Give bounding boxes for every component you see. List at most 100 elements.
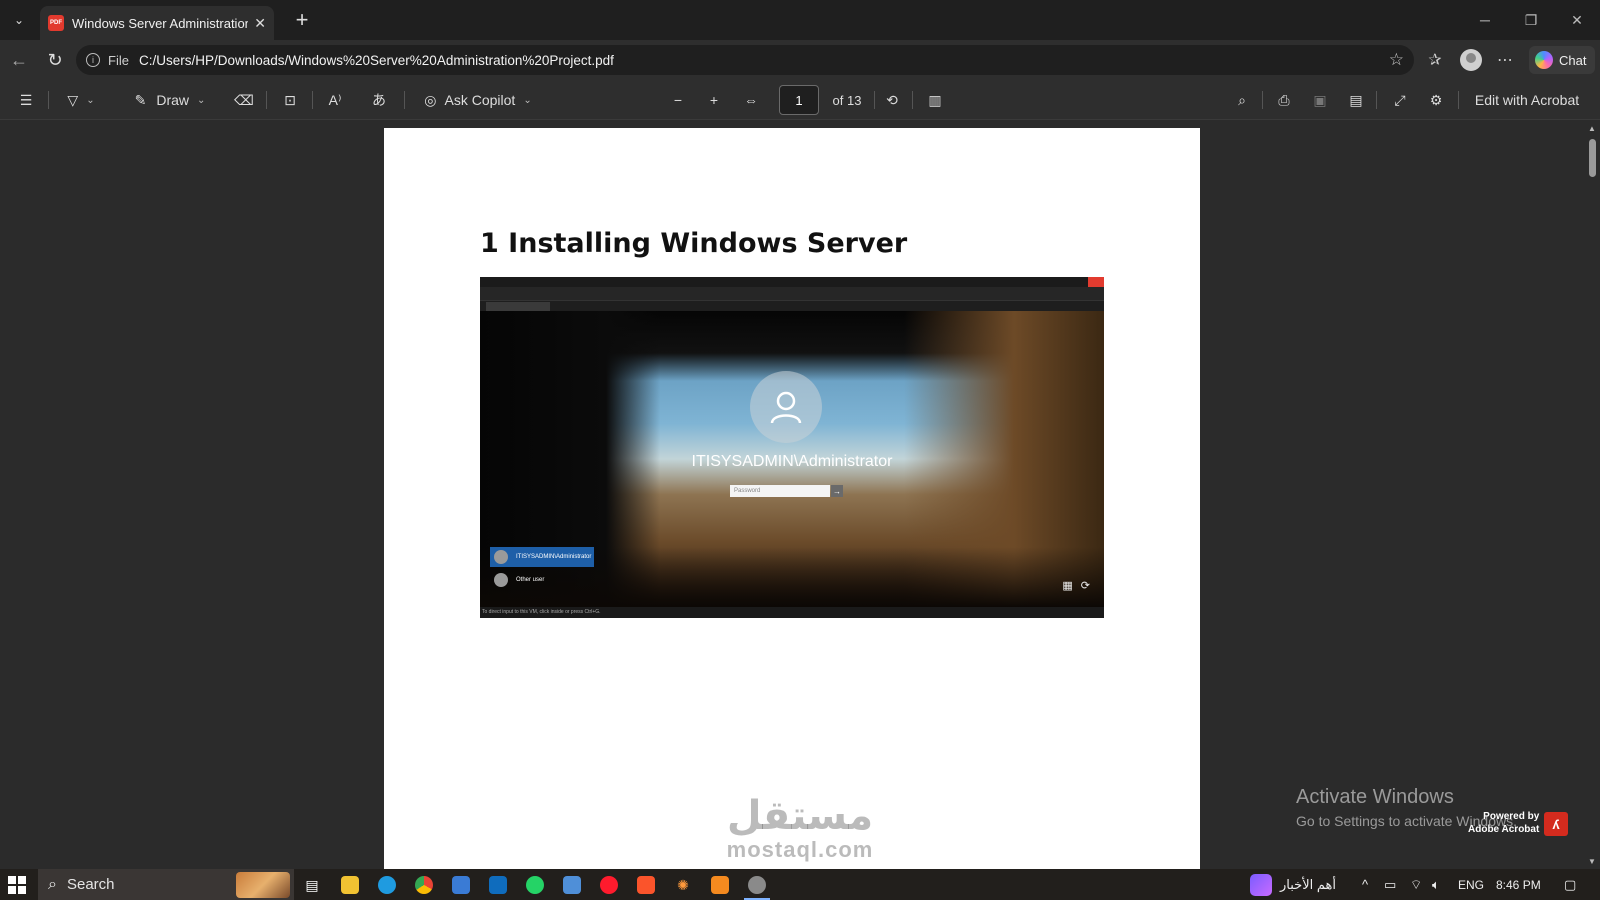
account-avatar-icon <box>494 573 508 587</box>
lockscreen-icons: ▦ ⟳ <box>1062 579 1090 592</box>
file-explorer-icon[interactable] <box>338 873 362 897</box>
save-as-icon[interactable]: ▤ <box>1342 86 1370 114</box>
vm-tab-row <box>480 301 1104 311</box>
watermark-latin: mostaql.com <box>726 837 874 862</box>
read-aloud-icon[interactable]: A⁾ <box>320 86 350 114</box>
vm-status-bar: To direct input to this VM, click inside… <box>480 607 1104 618</box>
office-logo-icon <box>711 876 729 894</box>
office-app-icon[interactable] <box>708 873 732 897</box>
brave-icon[interactable] <box>634 873 658 897</box>
close-tab-icon[interactable]: ✕ <box>254 15 266 32</box>
vm-tab <box>486 302 550 311</box>
highlight-button[interactable]: ▽ ⌄ <box>56 86 106 114</box>
burst-app-icon[interactable]: ✺ <box>671 873 695 897</box>
minimize-button[interactable]: ─ <box>1462 0 1508 40</box>
chrome-logo-icon <box>415 876 433 894</box>
copilot-outline-icon: ◎ <box>424 91 437 108</box>
keyboard-icon <box>563 876 581 894</box>
ask-copilot-button[interactable]: ◎ Ask Copilot ⌄ <box>414 86 542 114</box>
page-total: of 13 <box>832 92 862 108</box>
favorite-star-icon[interactable]: ☆ <box>1389 50 1404 70</box>
url-text[interactable]: C:/Users/HP/Downloads/Windows%20Server%2… <box>139 53 614 68</box>
start-button[interactable] <box>8 876 26 894</box>
translate-icon[interactable]: あ <box>364 86 394 114</box>
save-icon[interactable]: ▣ <box>1306 86 1334 114</box>
network-icon: ▦ <box>1062 580 1073 592</box>
powered-by-label: Powered by <box>1483 811 1540 822</box>
news-icon <box>1250 873 1272 896</box>
whatsapp-icon[interactable] <box>523 873 547 897</box>
info-icon[interactable]: i <box>86 53 100 67</box>
refresh-icon: ↻ <box>47 49 63 70</box>
address-input[interactable]: i File C:/Users/HP/Downloads/Windows%20S… <box>76 45 1414 75</box>
search-icon[interactable]: ⌕ <box>1228 86 1256 114</box>
pdf-page[interactable]: 1 Installing Windows Server ITISYSADMIN\… <box>384 128 1200 869</box>
clock[interactable]: 8:46 PM <box>1496 869 1541 900</box>
news-widget[interactable]: أهم الأخبار <box>1250 869 1336 900</box>
opera-icon[interactable] <box>597 873 621 897</box>
search-highlight-image <box>236 872 290 898</box>
store-logo-icon <box>452 876 470 894</box>
close-window-button[interactable]: ✕ <box>1554 0 1600 40</box>
new-tab-button[interactable]: + <box>288 6 316 34</box>
settings-gear-icon[interactable]: ⚙ <box>1422 86 1450 114</box>
taskbar-search[interactable]: ⌕ Search <box>38 869 294 900</box>
vmware-icon[interactable] <box>745 873 769 897</box>
wifi-icon[interactable]: ⌔ <box>1410 869 1422 900</box>
chevron-down-icon: ⌄ <box>86 94 95 106</box>
profile-button[interactable] <box>1458 48 1484 72</box>
mostaql-watermark: مستقل mostaql.com <box>700 795 900 863</box>
divider <box>312 91 313 109</box>
language-indicator[interactable]: ENG <box>1458 869 1484 900</box>
draw-label: Draw <box>156 92 189 108</box>
chat-label: Chat <box>1559 52 1587 68</box>
vertical-scrollbar[interactable]: ▲ ▼ <box>1584 121 1600 869</box>
copilot-icon <box>1535 51 1553 69</box>
notifications-icon[interactable]: ▢ <box>1564 869 1576 900</box>
more-options-icon[interactable]: ⋯ <box>1492 48 1518 72</box>
scroll-up-icon[interactable]: ▲ <box>1588 124 1596 133</box>
pdf-viewer[interactable]: 1 Installing Windows Server ITISYSADMIN\… <box>0 121 1600 869</box>
keyboard-app-icon[interactable] <box>560 873 584 897</box>
battery-icon[interactable]: ▭ <box>1384 869 1396 900</box>
scroll-thumb[interactable] <box>1589 139 1596 177</box>
contents-list-icon[interactable]: ☰ <box>12 86 40 114</box>
pen-icon: ✎ <box>134 91 147 108</box>
store-icon[interactable] <box>449 873 473 897</box>
print-icon[interactable]: ⎙ <box>1270 86 1298 114</box>
rotate-icon[interactable]: ⟲ <box>878 86 906 114</box>
fit-page-icon[interactable]: ⇔ <box>736 86 766 114</box>
zoom-out-button[interactable]: − <box>664 86 692 114</box>
favorites-icon[interactable]: ✰ <box>1422 48 1448 72</box>
chrome-icon[interactable] <box>412 873 436 897</box>
text-box-icon[interactable]: ⊡ <box>276 86 304 114</box>
divider <box>874 91 875 109</box>
outlook-icon[interactable] <box>486 873 510 897</box>
task-view-icon[interactable]: ▤ <box>300 873 324 897</box>
eraser-icon[interactable]: ⌫ <box>230 86 258 114</box>
back-button[interactable]: ← <box>4 46 34 74</box>
copilot-chat-button[interactable]: Chat <box>1529 46 1595 74</box>
tab-pdf[interactable]: PDF Windows Server Administration Projec… <box>40 6 274 40</box>
highlighter-icon: ▽ <box>67 91 79 108</box>
refresh-button[interactable]: ↻ <box>40 46 70 74</box>
pdf-file-icon: PDF <box>48 15 64 31</box>
zoom-in-button[interactable]: + <box>700 86 728 114</box>
outlook-logo-icon <box>489 876 507 894</box>
fullscreen-icon[interactable]: ⤢ <box>1386 86 1414 114</box>
show-hidden-icons-button[interactable]: ^ <box>1362 869 1368 900</box>
edit-with-acrobat-button[interactable]: Edit with Acrobat <box>1466 86 1588 114</box>
search-label: Search <box>66 876 115 893</box>
tab-actions-button[interactable]: ⌄ <box>4 6 34 34</box>
restore-button[interactable]: ❐ <box>1508 0 1554 40</box>
edge-logo-icon <box>378 876 396 894</box>
scroll-down-icon[interactable]: ▼ <box>1588 857 1596 866</box>
page-view-icon[interactable]: ▥ <box>920 86 950 114</box>
tab-title: Windows Server Administration Project.pd… <box>72 15 249 31</box>
page-number-input[interactable]: 1 <box>779 85 819 115</box>
vmware-logo-icon <box>748 876 766 894</box>
edge-icon[interactable] <box>375 873 399 897</box>
divider <box>1262 91 1263 109</box>
volume-icon[interactable]: 🔈︎ <box>1432 869 1440 900</box>
draw-button[interactable]: ✎ Draw ⌄ <box>122 86 218 114</box>
